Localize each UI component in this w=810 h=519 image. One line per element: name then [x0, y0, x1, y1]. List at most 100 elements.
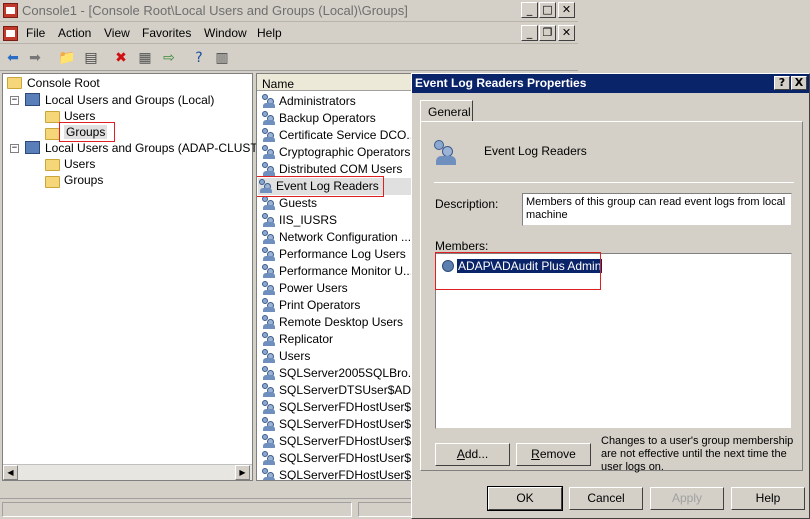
apply-button[interactable]: Apply — [650, 487, 724, 510]
separator — [434, 182, 794, 183]
computer-users-icon — [25, 93, 40, 106]
list-item-label: Performance Log Users — [279, 247, 406, 261]
list-item-label: Remote Desktop Users — [279, 315, 404, 329]
folder-icon — [45, 176, 60, 188]
console-app-icon — [3, 3, 18, 18]
tree-horizontal-scrollbar[interactable]: ◀ ▶ — [3, 464, 252, 480]
group-icon — [261, 94, 276, 108]
properties-icon[interactable]: ▦ — [136, 49, 154, 67]
menu-window[interactable]: Window — [204, 26, 247, 40]
menu-action[interactable]: Action — [58, 26, 91, 40]
computer-users-icon — [25, 141, 40, 154]
description-label: Description: — [435, 197, 499, 211]
menu-file[interactable]: File — [26, 26, 45, 40]
dialog-title-bar: Event Log Readers Properties ? X — [412, 74, 809, 93]
tree-local-users-groups[interactable]: Local Users and Groups (Local) — [45, 93, 214, 107]
minimize-button[interactable]: _ — [521, 2, 538, 18]
ok-button[interactable]: OK — [487, 486, 563, 511]
list-item-label: SQLServerFDHostUser$... — [279, 417, 412, 431]
menu-view[interactable]: View — [104, 26, 130, 40]
help-button[interactable]: Help — [731, 487, 805, 510]
list-item-label: SQLServer2005SQLBro... — [279, 366, 412, 380]
members-label: Members: — [435, 239, 489, 253]
list-item-label: SQLServerFDHostUser$... — [279, 451, 412, 465]
folder-icon — [45, 111, 60, 123]
show-hide-action-pane-icon[interactable]: ▥ — [213, 49, 231, 67]
tab-general-label: General — [428, 105, 471, 119]
group-icon — [261, 162, 276, 176]
tree-local-users[interactable]: Users — [64, 109, 95, 123]
membership-note: Changes to a user's group membership are… — [601, 435, 794, 473]
tree-remote-groups[interactable]: Groups — [64, 173, 103, 187]
list-column-header[interactable]: Name — [257, 74, 411, 91]
up-folder-icon[interactable]: 📁 — [58, 49, 76, 67]
group-icon — [261, 366, 276, 380]
scroll-left-arrow-icon[interactable]: ◀ — [3, 465, 18, 480]
cancel-button[interactable]: Cancel — [569, 487, 643, 510]
list-item-label: Certificate Service DCO... — [279, 128, 412, 142]
menu-bar: File Action View Favorites Window Help _… — [0, 22, 578, 44]
tree-console-root[interactable]: Console Root — [27, 76, 100, 90]
export-list-icon[interactable]: ⇨ — [160, 49, 178, 67]
group-icon — [261, 417, 276, 431]
show-hide-tree-icon[interactable]: ▤ — [82, 49, 100, 67]
list-item-label: SQLServerDTSUser$AD... — [279, 383, 412, 397]
group-icon — [261, 247, 276, 261]
group-icon — [261, 196, 276, 210]
collapse-icon[interactable]: − — [10, 144, 19, 153]
child-minimize-button[interactable]: _ — [521, 25, 538, 41]
dialog-close-button[interactable]: X — [791, 76, 807, 90]
description-field[interactable]: Members of this group can read event log… — [522, 193, 792, 226]
forward-arrow-icon[interactable]: ➡ — [26, 49, 44, 67]
properties-dialog: Event Log Readers Properties ? X General… — [411, 73, 810, 519]
toolbar: ⬅ ➡ 📁 ▤ ✖ ▦ ⇨ ? ▥ — [0, 45, 578, 71]
list-item-label: Network Configuration ... — [279, 230, 412, 244]
group-icon — [261, 434, 276, 448]
status-pane — [358, 502, 412, 517]
tree-remote-users-groups[interactable]: Local Users and Groups (ADAP-CLUSTER2) — [45, 141, 285, 155]
list-item-label: IIS_IUSRS — [279, 213, 338, 227]
menu-favorites[interactable]: Favorites — [142, 26, 191, 40]
list-item-label: SQLServerFDHostUser$... — [279, 468, 412, 481]
group-name: Event Log Readers — [484, 144, 587, 158]
highlight-box — [59, 122, 115, 142]
child-close-button[interactable]: ✕ — [558, 25, 575, 41]
highlight-box — [435, 252, 601, 290]
menu-help[interactable]: Help — [257, 26, 282, 40]
list-item-label: SQLServerFDHostUser$... — [279, 434, 412, 448]
list-item-label: Distributed COM Users — [279, 162, 403, 176]
group-icon — [261, 128, 276, 142]
context-help-button[interactable]: ? — [774, 76, 790, 90]
help-icon[interactable]: ? — [190, 49, 208, 67]
back-arrow-icon[interactable]: ⬅ — [4, 49, 22, 67]
highlight-box — [257, 176, 384, 197]
scroll-right-arrow-icon[interactable]: ▶ — [235, 465, 250, 480]
collapse-icon[interactable]: − — [10, 96, 19, 105]
groups-list: Name Administrators Backup Operators Certi… — [256, 73, 412, 481]
delete-icon[interactable]: ✖ — [112, 49, 130, 67]
group-icon — [261, 230, 276, 244]
console-tree: Console Root − Local Users and Groups (L… — [2, 73, 285, 481]
general-tab-panel: Event Log Readers Description: Members o… — [420, 121, 803, 473]
remove-button[interactable]: Remove — [516, 443, 591, 466]
group-icon — [261, 281, 276, 295]
window-title: Console1 - [Console Root\Local Users and… — [22, 3, 408, 18]
folder-icon — [45, 159, 60, 171]
close-button[interactable]: ✕ — [558, 2, 575, 18]
folder-icon — [45, 128, 60, 140]
list-item-label: Replicator — [279, 332, 334, 346]
group-icon — [261, 111, 276, 125]
maximize-button[interactable]: □ — [539, 2, 556, 18]
group-icon — [261, 451, 276, 465]
group-icon — [261, 468, 276, 480]
tab-general[interactable]: General — [420, 100, 473, 122]
tree-remote-users[interactable]: Users — [64, 157, 95, 171]
list-item-label: Performance Monitor U... — [279, 264, 412, 278]
group-icon — [261, 315, 276, 329]
list-item-label: Users — [279, 349, 311, 363]
child-restore-button[interactable]: ❐ — [539, 25, 556, 41]
add-button[interactable]: Add... — [435, 443, 510, 466]
title-bar: Console1 - [Console Root\Local Users and… — [0, 0, 578, 22]
group-icon — [261, 400, 276, 414]
group-icon — [261, 145, 276, 159]
